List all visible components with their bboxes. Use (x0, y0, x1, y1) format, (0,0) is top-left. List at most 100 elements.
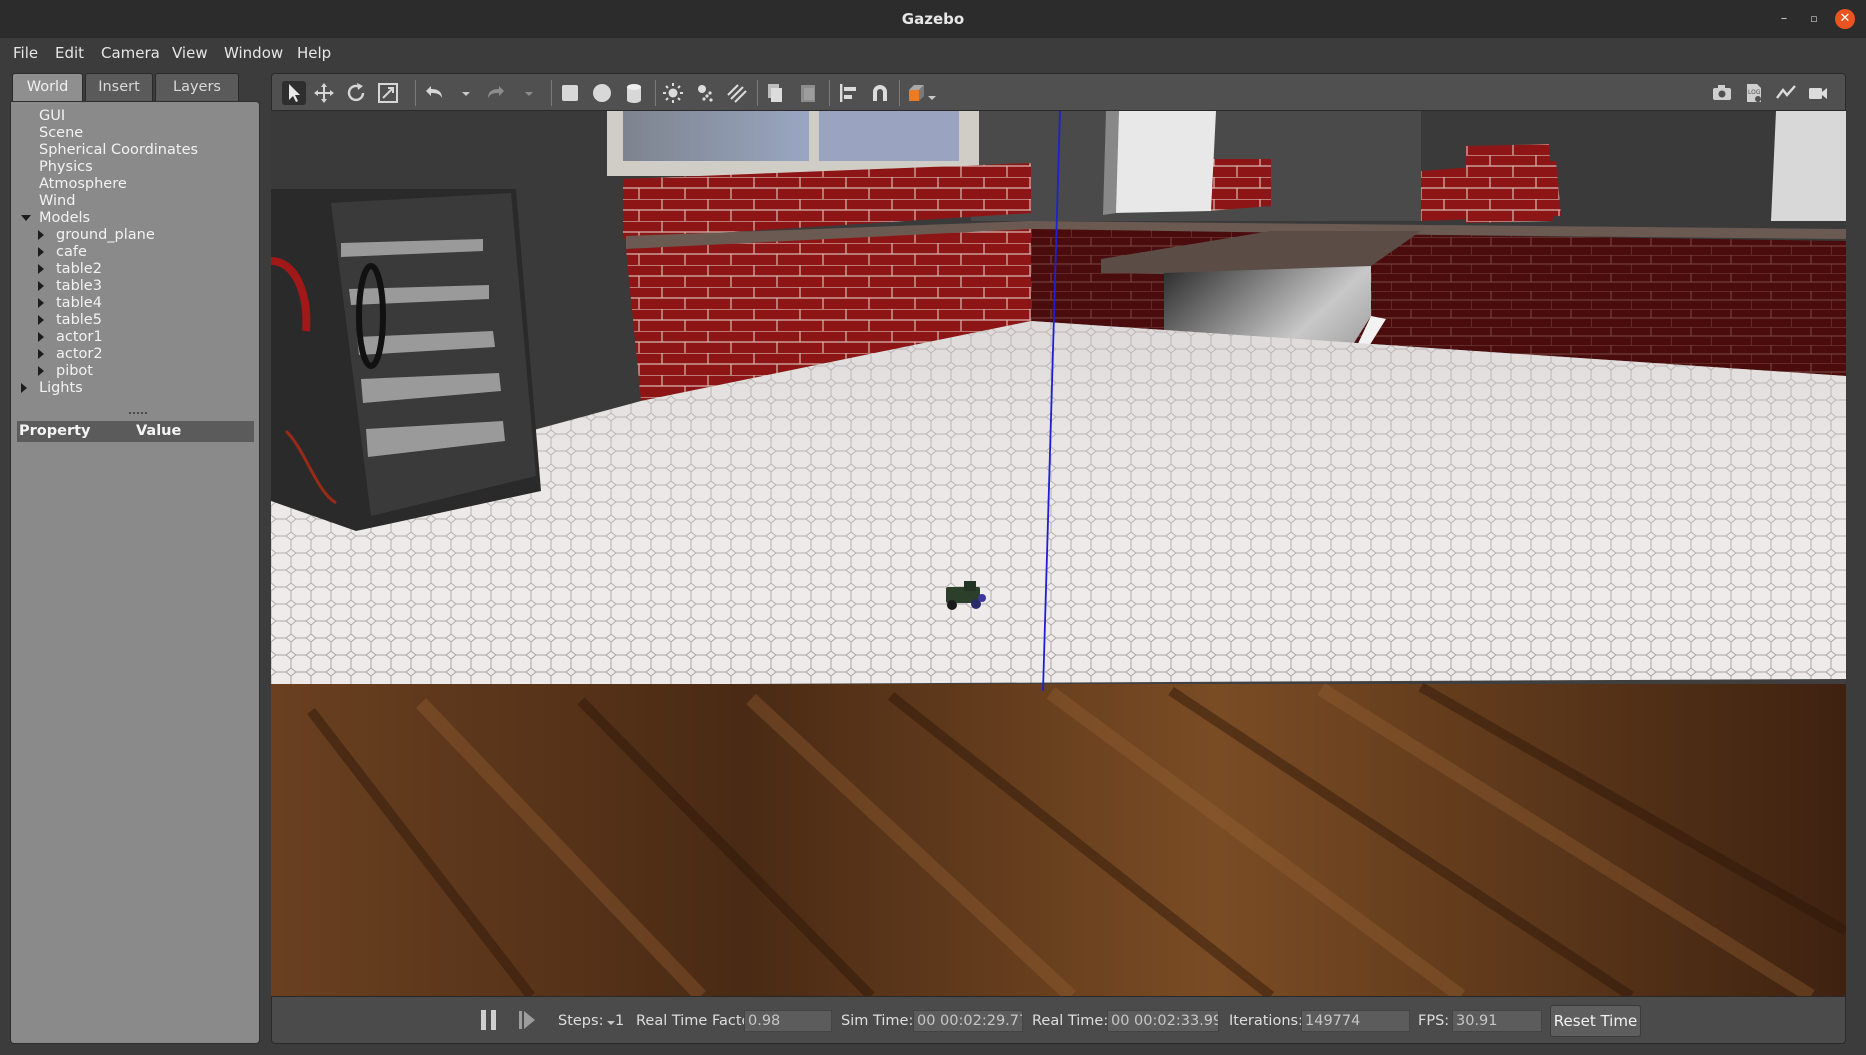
tree-item-label: table4 (56, 295, 102, 311)
sim-time-label: Sim Time: (841, 1013, 914, 1029)
menu-camera[interactable]: Camera (101, 44, 160, 62)
spot-light-icon[interactable] (693, 81, 717, 105)
view-angle-icon[interactable] (905, 81, 929, 105)
expanded-arrow-icon[interactable] (21, 210, 35, 227)
tree-item-actor2[interactable]: actor2 (38, 346, 103, 363)
snap-magnet-icon[interactable] (868, 81, 892, 105)
tree-item-wind[interactable]: Wind (21, 193, 75, 210)
tree-item-table5[interactable]: table5 (38, 312, 102, 329)
tree-item-actor1[interactable]: actor1 (38, 329, 103, 346)
collapsed-arrow-icon[interactable] (38, 312, 52, 329)
collapsed-arrow-icon[interactable] (38, 329, 52, 346)
plot-icon[interactable] (1774, 81, 1798, 105)
tree-item-spherical-coordinates[interactable]: Spherical Coordinates (21, 142, 198, 159)
window-title: Gazebo (901, 10, 965, 28)
iterations-label: Iterations: (1229, 1013, 1303, 1029)
log-icon[interactable]: LOG (1742, 81, 1766, 105)
menu-bar: File Edit Camera View Window Help (0, 38, 1866, 68)
collapsed-arrow-icon[interactable] (38, 278, 52, 295)
tree-item-table4[interactable]: table4 (38, 295, 102, 312)
translate-icon[interactable] (312, 81, 336, 105)
rotate-icon[interactable] (344, 81, 368, 105)
restore-button[interactable]: ▫ (1804, 9, 1824, 29)
tree-item-models[interactable]: Models (21, 210, 90, 227)
close-button[interactable]: ✕ (1835, 9, 1855, 29)
world-panel: GUI Scene Spherical Coordinates Physics Atmo… (10, 101, 260, 1044)
gazebo-window: Gazebo – ▫ ✕ File Edit Camera View Windo… (0, 0, 1866, 1055)
steps-dropdown[interactable] (607, 1021, 615, 1025)
box-icon[interactable] (558, 81, 582, 105)
tree-item-gui[interactable]: GUI (21, 108, 65, 125)
select-arrow-icon[interactable] (282, 81, 306, 105)
tree-item-label: cafe (56, 244, 87, 260)
tree-item-label: pibot (56, 363, 93, 379)
collapsed-arrow-icon[interactable] (38, 295, 52, 312)
directional-light-icon[interactable] (725, 81, 749, 105)
pause-icon[interactable] (481, 1010, 497, 1030)
collapsed-arrow-icon[interactable] (38, 227, 52, 244)
steps-value[interactable]: 1 (615, 1013, 624, 1029)
tree-item-label: Spherical Coordinates (39, 142, 199, 158)
tree-item-physics[interactable]: Physics (21, 159, 93, 176)
collapsed-arrow-icon[interactable] (38, 346, 52, 363)
real-time-field: 00 00:02:33.992 (1107, 1010, 1219, 1032)
tab-insert[interactable]: Insert (85, 73, 153, 101)
collapsed-arrow-icon[interactable] (21, 380, 35, 397)
menu-file[interactable]: File (13, 44, 38, 62)
tree-item-ground-plane[interactable]: ground_plane (38, 227, 155, 244)
scene-viewport[interactable] (271, 111, 1846, 996)
tree-item-label: Models (39, 210, 91, 226)
step-icon[interactable] (519, 1010, 537, 1030)
real-time-factor-label: Real Time Factor: (636, 1013, 761, 1029)
scene-render (271, 111, 1846, 996)
menu-help[interactable]: Help (297, 44, 331, 62)
copy-icon[interactable] (763, 81, 787, 105)
title-bar: Gazebo – ▫ ✕ (0, 0, 1866, 38)
tree-item-label: actor2 (56, 346, 103, 362)
menu-window[interactable]: Window (224, 44, 283, 62)
status-bar: Steps: 1 Real Time Factor: 0.98 Sim Time… (271, 996, 1846, 1044)
svg-text:LOG: LOG (1748, 89, 1761, 96)
tree-item-scene[interactable]: Scene (21, 125, 83, 142)
undo-history-dropdown[interactable] (462, 92, 470, 96)
cylinder-icon[interactable] (622, 81, 646, 105)
tree-item-atmosphere[interactable]: Atmosphere (21, 176, 127, 193)
scale-icon[interactable] (376, 81, 400, 105)
panel-splitter[interactable] (129, 412, 147, 414)
tree-item-table2[interactable]: table2 (38, 261, 102, 278)
view-angle-dropdown[interactable] (928, 96, 936, 100)
undo-icon[interactable] (422, 81, 446, 105)
align-icon[interactable] (836, 81, 860, 105)
menu-view[interactable]: View (172, 44, 208, 62)
minimize-button[interactable]: – (1774, 9, 1794, 29)
menu-edit[interactable]: Edit (55, 44, 84, 62)
redo-icon[interactable] (484, 81, 508, 105)
collapsed-arrow-icon[interactable] (38, 244, 52, 261)
sphere-icon[interactable] (590, 81, 614, 105)
steps-label: Steps: (558, 1013, 604, 1029)
tree-item-label: table2 (56, 261, 102, 277)
paste-icon[interactable] (796, 81, 820, 105)
collapsed-arrow-icon[interactable] (38, 261, 52, 278)
record-video-icon[interactable] (1806, 81, 1830, 105)
sim-time-field: 00 00:02:29.774 (913, 1010, 1023, 1032)
reset-time-button[interactable]: Reset Time (1550, 1005, 1641, 1037)
redo-history-dropdown[interactable] (525, 92, 533, 96)
real-time-factor-field: 0.98 (744, 1010, 832, 1032)
iterations-field: 149774 (1301, 1010, 1410, 1032)
tree-item-label: Wind (39, 193, 76, 209)
tree-item-cafe[interactable]: cafe (38, 244, 87, 261)
tree-item-table3[interactable]: table3 (38, 278, 102, 295)
property-table-header: Property Value (17, 421, 254, 442)
point-light-icon[interactable] (661, 81, 685, 105)
tree-item-pibot[interactable]: pibot (38, 363, 93, 380)
fps-field: 30.91 (1452, 1010, 1542, 1032)
tree-item-lights[interactable]: Lights (21, 380, 83, 397)
collapsed-arrow-icon[interactable] (38, 363, 52, 380)
tab-world[interactable]: World (12, 73, 83, 101)
tab-layers[interactable]: Layers (155, 73, 239, 101)
tree-item-label: table3 (56, 278, 102, 294)
toolbar: LOG (271, 73, 1846, 111)
tree-item-label: Atmosphere (39, 176, 127, 192)
screenshot-icon[interactable] (1710, 81, 1734, 105)
